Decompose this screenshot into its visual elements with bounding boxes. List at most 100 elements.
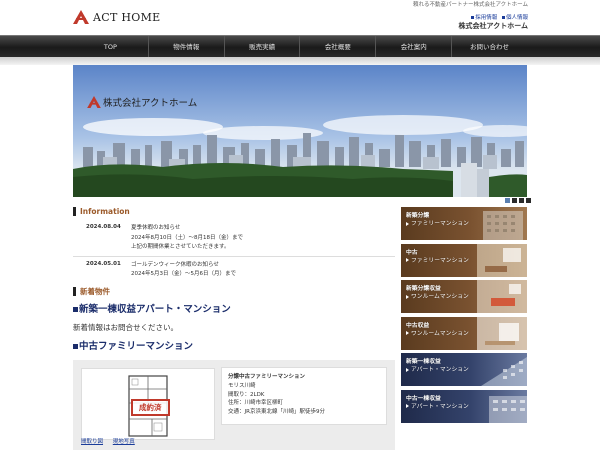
- act-logo-icon: [73, 10, 89, 24]
- bullet-icon: [501, 15, 505, 19]
- new-listings-heading: 新着物件: [73, 286, 110, 297]
- info-date: 2024.05.01: [86, 260, 121, 267]
- nav-item-sales-record[interactable]: 販売実績: [225, 36, 301, 58]
- banner-line2: ワンルームマンション: [411, 330, 469, 337]
- info-text: 2024年8月10日（土）～8月18日（金）まで: [131, 234, 243, 241]
- nav-item-company-guide[interactable]: 会社案内: [376, 36, 453, 58]
- arrow-icon: [406, 294, 409, 299]
- banner-used-studio-investment[interactable]: 中古収益 ワンルームマンション: [401, 316, 527, 350]
- floor-plan-card[interactable]: 成約済: [81, 368, 215, 440]
- banner-label: 新築分譲収益 ワンルームマンション: [406, 285, 469, 301]
- banner-new-family-mansion[interactable]: 新築分譲 ファミリーマンション: [401, 207, 527, 240]
- building-photo-icon: [483, 211, 523, 240]
- global-nav: TOP 物件情報 販売実績 会社概要 会社案内 お問い合わせ: [0, 35, 600, 58]
- banner-label: 中古収益 ワンルームマンション: [406, 322, 469, 338]
- info-text: 上記の期間休業とさせていただきます。: [131, 244, 230, 250]
- banner-label: 中古一棟収益 アパート・マンション: [406, 395, 469, 411]
- header-links: 採用情報 個人情報: [468, 13, 528, 21]
- slider-dot[interactable]: [519, 198, 524, 203]
- site-photo-link[interactable]: 現地写真: [113, 439, 135, 445]
- listing-title[interactable]: 分譲中古ファミリーマンション: [228, 373, 380, 382]
- info-title-link[interactable]: ゴールデンウィーク休暇のお知らせ: [131, 261, 236, 271]
- category-title-text: 新築一棟収益アパート・マンション: [79, 304, 231, 315]
- category-title-new-building: 新築一棟収益アパート・マンション: [73, 301, 231, 315]
- banner-new-apartment-building[interactable]: 新築一棟収益 アパート・マンション: [401, 353, 527, 386]
- site-header: ACT HOME 頼れる不動産パートナー株式会社アクトホーム 採用情報 個人情報…: [0, 0, 600, 34]
- banner-line1: 中古収益: [406, 322, 430, 329]
- hero-title: 株式会社アクトホーム: [87, 95, 197, 109]
- listing-address: 住所：川崎市幸区柳町: [228, 400, 284, 407]
- listing-name: モリス川崎: [228, 382, 256, 389]
- information-heading-text: Information: [80, 207, 130, 216]
- interior-photo-icon: [477, 316, 527, 350]
- banner-label: 中古 ファミリーマンション: [406, 249, 469, 265]
- hero-title-text: 株式会社アクトホーム: [103, 98, 198, 109]
- nav-shadow: [0, 57, 600, 65]
- banner-line1: 新築分譲: [406, 213, 430, 219]
- listing-links: 間取り図 現地写真: [81, 437, 143, 445]
- bullet-icon: [471, 15, 475, 19]
- arrow-icon: [406, 404, 409, 408]
- listing-panel: 成約済 間取り図 現地写真 分譲中古ファミリーマンション モリス川崎 間取り：2…: [73, 360, 395, 450]
- information-list: 2024.08.04 夏季休暇のお知らせ 2024年8月10日（土）～8月18日…: [73, 220, 395, 278]
- category-banners: 新築分譲 ファミリーマンション 中古 ファミリーマンション 新築分譲収益 ワンル…: [401, 207, 527, 426]
- heading-bar: [73, 287, 76, 296]
- slider-dots: [505, 198, 531, 203]
- heading-bar: [73, 207, 76, 216]
- info-text: 2024年5月3日（金）～5月6日（月）まで: [131, 271, 236, 277]
- banner-label: 新築一棟収益 アパート・マンション: [406, 358, 469, 374]
- arrow-icon: [406, 367, 409, 372]
- info-body: 夏季休暇のお知らせ 2024年8月10日（土）～8月18日（金）まで 上記の期間…: [131, 224, 243, 253]
- city-skyline-image: [73, 65, 527, 197]
- banner-label: 新築分譲 ファミリーマンション: [406, 212, 469, 228]
- listing-access: 交通：JR京浜東北線「川崎」駅徒歩9分: [228, 409, 325, 416]
- listing-note: 新着情報はお問合せください。: [73, 323, 178, 332]
- nav-item-company-overview[interactable]: 会社概要: [300, 36, 377, 58]
- slider-dot[interactable]: [505, 198, 510, 203]
- list-item: 2024.05.01 ゴールデンウィーク休暇のお知らせ 2024年5月3日（金）…: [73, 257, 395, 279]
- banner-line1: 新築分譲収益: [406, 286, 441, 292]
- banner-line2: アパート・マンション: [411, 367, 469, 373]
- new-listings-heading-text: 新着物件: [80, 287, 110, 296]
- listing-layout: 間取り：2LDK: [228, 391, 265, 398]
- building-photo-icon: [489, 395, 527, 423]
- banner-line2: アパート・マンション: [411, 403, 469, 410]
- square-bullet-icon: [73, 344, 78, 349]
- interior-photo-icon: [477, 280, 527, 313]
- banner-used-apartment-building[interactable]: 中古一棟収益 アパート・マンション: [401, 389, 527, 423]
- category-title-text: 中古ファミリーマンション: [79, 341, 194, 352]
- logo-text: ACT HOME: [93, 10, 161, 24]
- slider-dot[interactable]: [526, 198, 531, 203]
- info-title-link[interactable]: 夏季休暇のお知らせ: [131, 224, 243, 234]
- site-tagline: 頼れる不動産パートナー株式会社アクトホーム: [412, 2, 528, 8]
- category-title-used-family: 中古ファミリーマンション: [73, 338, 193, 352]
- banner-line1: 中古一棟収益: [406, 395, 441, 402]
- site-logo[interactable]: ACT HOME: [73, 10, 161, 24]
- hero-banner: 株式会社アクトホーム: [73, 65, 527, 197]
- company-name: 株式会社アクトホーム: [458, 22, 528, 30]
- act-logo-icon: [87, 96, 101, 108]
- banner-line2: ファミリーマンション: [411, 257, 469, 264]
- arrow-icon: [406, 258, 409, 262]
- banner-new-studio-investment[interactable]: 新築分譲収益 ワンルームマンション: [401, 280, 527, 313]
- info-body: ゴールデンウィーク休暇のお知らせ 2024年5月3日（金）～5月6日（月）まで: [131, 261, 236, 279]
- arrow-icon: [406, 331, 409, 335]
- interior-photo-icon: [477, 243, 527, 277]
- info-date: 2024.08.04: [86, 224, 121, 230]
- floor-plan-link[interactable]: 間取り図: [81, 439, 103, 445]
- slider-dot[interactable]: [512, 198, 517, 203]
- nav-item-contact[interactable]: お問い合わせ: [452, 36, 527, 58]
- nav-item-top[interactable]: TOP: [73, 36, 149, 58]
- banner-line2: ファミリーマンション: [411, 221, 469, 227]
- list-item: 2024.08.04 夏季休暇のお知らせ 2024年8月10日（土）～8月18日…: [73, 220, 395, 257]
- banner-line1: 中古: [406, 249, 418, 256]
- banner-line2: ワンルームマンション: [411, 294, 469, 300]
- banner-used-family-mansion[interactable]: 中古 ファミリーマンション: [401, 243, 527, 277]
- banner-line1: 新築一棟収益: [406, 359, 441, 365]
- information-heading: Information: [73, 207, 130, 216]
- arrow-icon: [406, 221, 409, 226]
- sold-stamp: 成約済: [131, 399, 170, 416]
- building-photo-icon: [481, 357, 527, 386]
- square-bullet-icon: [73, 307, 78, 312]
- nav-item-properties[interactable]: 物件情報: [149, 36, 225, 58]
